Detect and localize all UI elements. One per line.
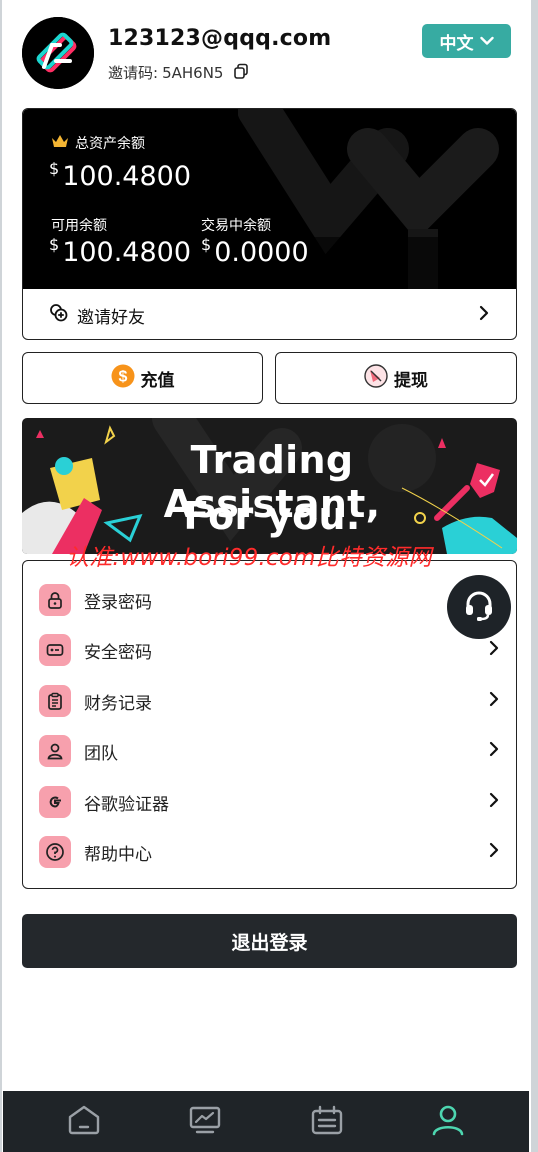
- user-icon: [39, 735, 71, 767]
- user-email: 123123@qqq.com: [108, 26, 332, 51]
- currency-symbol: $: [201, 235, 212, 254]
- chevron-right-icon: [488, 640, 500, 660]
- menu-item-help-center[interactable]: 帮助中心: [23, 830, 516, 874]
- available-balance-label: 可用余额: [51, 218, 107, 234]
- invite-code-value: 5AH6N5: [162, 63, 224, 82]
- customer-support-button[interactable]: [447, 575, 511, 639]
- coin-icon: $: [111, 364, 135, 393]
- nav-home[interactable]: [54, 1097, 114, 1147]
- recharge-button[interactable]: $ 充值: [22, 352, 263, 404]
- nav-market[interactable]: [175, 1097, 235, 1147]
- invite-code-label: 邀请码:: [108, 64, 159, 82]
- copy-icon[interactable]: [233, 63, 249, 83]
- menu-item-label: 安全密码: [84, 642, 152, 663]
- total-assets-label: 总资产余额: [51, 133, 145, 153]
- svg-text:$: $: [118, 368, 127, 385]
- withdraw-icon: [364, 363, 388, 393]
- chevron-down-icon: [479, 31, 494, 51]
- home-icon: [67, 1105, 101, 1139]
- invite-code-row: 邀请码: 5AH6N5: [108, 62, 249, 83]
- logout-label: 退出登录: [231, 931, 308, 954]
- asset-card: 总资产余额 $100.4800 可用余额 $100.4800 交易中余额 $0.…: [22, 108, 517, 340]
- menu-item-label: 团队: [84, 743, 118, 764]
- menu-item-label: 谷歌验证器: [84, 794, 169, 815]
- watermark-text: 认准:www.bori99.com比特资源网: [66, 545, 432, 571]
- language-label: 中文: [439, 33, 474, 54]
- settings-menu: 登录密码 安全密码 财务记录 团队 谷歌验证器 帮助中心: [22, 560, 517, 889]
- currency-symbol: $: [49, 159, 60, 178]
- nav-profile[interactable]: [418, 1097, 478, 1147]
- menu-item-google-authenticator[interactable]: 谷歌验证器: [23, 780, 516, 824]
- banner-subheadline: For you.: [183, 494, 361, 538]
- total-assets-value: $100.4800: [49, 159, 192, 192]
- chevron-right-icon: [488, 842, 500, 862]
- crown-icon: [51, 134, 69, 152]
- orders-icon: [310, 1105, 344, 1139]
- password-field-icon: [39, 634, 71, 666]
- question-icon: [39, 836, 71, 868]
- menu-item-login-password[interactable]: 登录密码: [23, 578, 516, 622]
- menu-item-team[interactable]: 团队: [23, 729, 516, 773]
- clipboard-icon: [39, 685, 71, 717]
- chevron-right-icon: [488, 792, 500, 812]
- in-trade-balance-value: $0.0000: [201, 235, 309, 268]
- add-friend-icon: [49, 303, 69, 328]
- headset-icon: [462, 588, 496, 626]
- profile-icon: [431, 1104, 465, 1140]
- nav-orders[interactable]: [297, 1097, 357, 1147]
- menu-item-label: 财务记录: [84, 693, 152, 714]
- google-icon: [39, 786, 71, 818]
- chevron-right-icon: [478, 305, 490, 326]
- chart-icon: [188, 1105, 222, 1139]
- language-selector[interactable]: 中文: [422, 24, 511, 58]
- withdraw-label: 提现: [394, 370, 428, 391]
- menu-item-label: 登录密码: [84, 592, 152, 613]
- asset-summary: 总资产余额 $100.4800 可用余额 $100.4800 交易中余额 $0.…: [23, 109, 516, 289]
- logout-button[interactable]: 退出登录: [22, 914, 517, 968]
- menu-item-security-password[interactable]: 安全密码: [23, 628, 516, 672]
- invite-friends-row[interactable]: 邀请好友: [23, 289, 516, 339]
- lock-icon: [39, 584, 71, 616]
- chevron-right-icon: [488, 741, 500, 761]
- withdraw-button[interactable]: 提现: [275, 352, 517, 404]
- menu-item-financial-records[interactable]: 财务记录: [23, 679, 516, 723]
- avatar[interactable]: [22, 17, 94, 89]
- currency-symbol: $: [49, 235, 60, 254]
- chevron-right-icon: [488, 691, 500, 711]
- available-balance-value: $100.4800: [49, 235, 192, 268]
- recharge-label: 充值: [140, 370, 175, 391]
- invite-friends-label: 邀请好友: [77, 307, 145, 328]
- menu-item-label: 帮助中心: [84, 844, 152, 865]
- promo-banner[interactable]: Trading Assistant, For you.: [22, 418, 517, 554]
- in-trade-balance-label: 交易中余额: [201, 218, 271, 234]
- bottom-nav: [3, 1091, 529, 1152]
